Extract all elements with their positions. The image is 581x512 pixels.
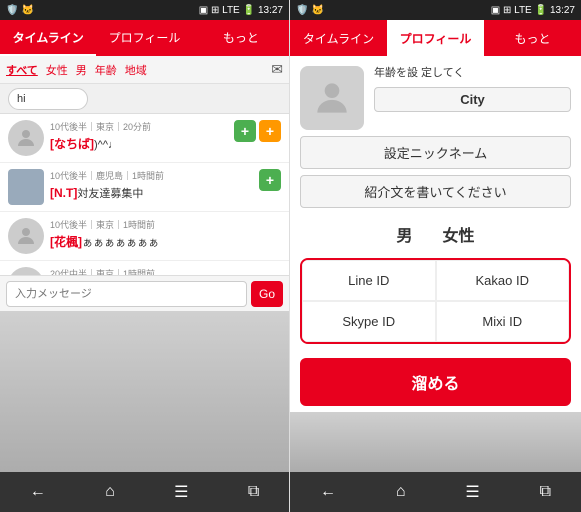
table-row: 10代後半｜東京｜20分前 [なちば])^^♩ + + [0,114,289,163]
filter-all[interactable]: すべて [6,62,38,78]
windows-icon[interactable]: ⧉ [248,483,259,501]
table-row: 20代中半｜東京｜1時間前 [飛田]楽しい間 [0,261,289,275]
left-cat-icon: 🐱 [21,5,33,16]
feed-content: 10代後半｜東京｜20分前 [なちば])^^♩ [50,120,228,153]
line-id-button[interactable]: Line ID [302,260,436,301]
feed-meta: 10代後半｜東京｜1時間前 [50,218,281,231]
filter-female[interactable]: 女性 [46,62,68,78]
left-status-bar: 🛡️ 🐱 ▣ ⊞ LTE 🔋 13:27 [0,0,289,20]
right-tab-profile[interactable]: プロフィール [387,20,484,56]
city-badge[interactable]: City [374,87,571,112]
home-icon[interactable]: ⌂ [105,483,115,501]
status-bar-right: ▣ ⊞ LTE 🔋 13:27 [199,5,283,16]
right-bottom-nav: ← ⌂ ☰ ⧉ [290,472,581,512]
right-tab-timeline[interactable]: タイムライン [290,20,387,56]
right-panel: 🛡️ 🐱 ▣ ⊞ LTE 🔋 13:27 タイムライン プロフィール もっと 年… [290,0,581,512]
table-row: 10代後半｜鹿児島｜1時間前 [N.T]対友達募集中 + [0,163,289,212]
collect-button[interactable]: 溜める [300,358,571,406]
social-id-grid: Line ID Kakao ID Skype ID Mixi ID [302,260,569,342]
nickname-button[interactable]: 設定ニックネーム [300,136,571,169]
right-menu-icon[interactable]: ☰ [465,482,479,502]
kakao-id-button[interactable]: Kakao ID [436,260,570,301]
filter-age[interactable]: 年齢 [95,62,117,78]
left-app-icon: 🛡️ [6,5,18,16]
search-input[interactable] [8,88,88,110]
intro-row: 紹介文を書いてください [290,175,581,218]
message-input-bar: Go [0,275,289,311]
social-id-grid-wrapper: Line ID Kakao ID Skype ID Mixi ID [300,258,571,344]
message-input[interactable] [6,281,247,307]
right-status-bar: 🛡️ 🐱 ▣ ⊞ LTE 🔋 13:27 [290,0,581,20]
status-bar-left-icons: 🛡️ 🐱 [6,5,34,16]
feed-name[interactable]: [花楓] [50,235,82,249]
right-tab-bar: タイムライン プロフィール もっと [290,20,581,56]
search-bar [0,84,289,114]
intro-button[interactable]: 紹介文を書いてください [300,175,571,208]
feed-name[interactable]: [N.T] [50,186,77,200]
feed-message: 対友達募集中 [77,188,143,200]
filter-bar: すべて 女性 男 年齢 地域 ✉ [0,56,289,84]
nickname-row: 設定ニックネーム [290,136,581,175]
feed-meta: 10代後半｜鹿児島｜1時間前 [50,169,253,182]
menu-icon[interactable]: ☰ [174,482,188,502]
right-status-left: 🛡️ 🐱 [296,5,324,16]
add-friend-button[interactable]: + [234,120,256,142]
right-windows-icon[interactable]: ⧉ [540,483,551,501]
back-icon[interactable]: ← [30,483,46,501]
left-panel: 🛡️ 🐱 ▣ ⊞ LTE 🔋 13:27 タイムライン プロフィール もっと す… [0,0,290,512]
profile-header: 年齢を設 定してく City [290,56,581,136]
mixi-id-button[interactable]: Mixi ID [436,301,570,342]
profile-info: 年齢を設 定してく City [374,66,571,112]
right-back-icon[interactable]: ← [320,483,336,501]
left-tab-timeline[interactable]: タイムライン [0,20,96,56]
feed-content: 10代後半｜鹿児島｜1時間前 [N.T]対友達募集中 [50,169,253,202]
right-tab-more[interactable]: もっと [484,20,581,56]
right-blurred-strip [290,412,581,472]
feed-content: 20代中半｜東京｜1時間前 [飛田]楽しい間 [50,267,281,275]
skype-id-button[interactable]: Skype ID [302,301,436,342]
feed-list: 10代後半｜東京｜20分前 [なちば])^^♩ + + 10代後半｜鹿児島｜1時… [0,114,289,275]
left-tab-profile[interactable]: プロフィール [96,20,192,56]
left-tab-more[interactable]: もっと [193,20,289,56]
table-row: 10代後半｜東京｜1時間前 [花楓]ぁぁぁぁぁぁぁ [0,212,289,261]
filter-male[interactable]: 男 [76,62,87,78]
feed-name[interactable]: [なちば] [50,137,94,151]
avatar [8,218,44,254]
add-friend-button[interactable]: + [259,169,281,191]
right-cat-icon: 🐱 [311,5,323,16]
feed-meta: 10代後半｜東京｜20分前 [50,120,228,133]
feed-content: 10代後半｜東京｜1時間前 [花楓]ぁぁぁぁぁぁぁ [50,218,281,251]
filter-region[interactable]: 地域 [125,62,147,78]
left-blurred-strip [0,311,289,472]
left-bottom-nav: ← ⌂ ☰ ⧉ [0,472,289,512]
gender-male-label: 男 [396,222,412,246]
feed-actions: + + [234,120,281,142]
avatar [8,169,44,205]
profile-avatar [300,66,364,130]
avatar [8,120,44,156]
add-bookmark-button[interactable]: + [259,120,281,142]
gender-row: 男 女性 [290,218,581,250]
gender-female-label: 女性 [443,222,475,246]
avatar [8,267,44,275]
feed-message: ぁぁぁぁぁぁぁ [82,237,159,249]
right-app-icon: 🛡️ [296,5,308,16]
feed-actions: + [259,169,281,191]
left-status-icons: ▣ ⊞ LTE 🔋 [199,5,255,16]
left-tab-bar: タイムライン プロフィール もっと [0,20,289,56]
go-button[interactable]: Go [251,281,283,307]
feed-message: )^^♩ [94,139,119,151]
feed-meta: 20代中半｜東京｜1時間前 [50,267,281,275]
right-home-icon[interactable]: ⌂ [396,483,406,501]
age-set-text: 年齢を設 定してく [374,66,571,81]
left-time: 13:27 [258,5,283,16]
right-status-right: ▣ ⊞ LTE 🔋 13:27 [491,5,575,16]
right-time: 13:27 [550,5,575,16]
right-status-icons: ▣ ⊞ LTE 🔋 [491,5,547,16]
mail-icon[interactable]: ✉ [271,61,283,78]
